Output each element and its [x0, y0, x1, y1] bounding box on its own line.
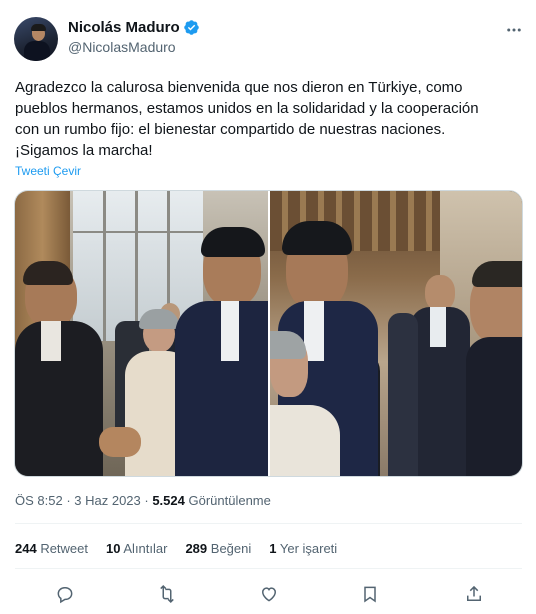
meta-separator: ·	[62, 493, 75, 508]
tweet-media	[14, 190, 523, 477]
bookmark-icon[interactable]	[358, 582, 382, 606]
tweet-metadata: ÖS 8:52 · 3 Haz 2023 · 5.524 Görüntülenm…	[15, 493, 271, 508]
retweet-label: Retweet	[36, 541, 89, 556]
divider	[15, 523, 522, 524]
like-icon[interactable]	[257, 582, 281, 606]
avatar[interactable]	[14, 17, 58, 61]
tweet-photo-1[interactable]	[15, 191, 268, 476]
bookmark-stat[interactable]: 1 Yer işareti	[269, 541, 337, 556]
views-count: 5.524	[152, 493, 185, 508]
quote-count: 10	[106, 541, 121, 556]
verified-badge-icon	[183, 20, 199, 35]
tweet-actions	[0, 580, 536, 608]
like-stat[interactable]: 289 Beğeni	[185, 541, 251, 556]
tweet-text-line: ¡Sigamos la marcha!	[15, 142, 153, 159]
tweet-photo-2[interactable]	[270, 191, 522, 476]
divider	[15, 568, 522, 569]
quote-stat[interactable]: 10 Alıntılar	[106, 541, 167, 556]
quote-label: Alıntılar	[120, 541, 168, 556]
meta-separator: ·	[140, 493, 153, 508]
like-count: 289	[185, 541, 208, 556]
author-handle[interactable]: @NicolasMaduro	[68, 39, 176, 55]
tweet-card: Nicolás Maduro @NicolasMaduro Agradezco …	[0, 0, 536, 614]
tweet-text-line: pueblos hermanos, estamos unidos en la s…	[15, 100, 479, 117]
more-options-icon[interactable]	[504, 20, 524, 40]
tweet-text-line: con un rumbo fijo: el bienestar comparti…	[15, 121, 446, 138]
tweet-text: Agradezco la calurosa bienvenida que nos…	[15, 77, 525, 161]
views-label: Görüntülenme	[184, 493, 271, 508]
retweet-icon[interactable]	[155, 582, 179, 606]
like-label: Beğeni	[207, 541, 252, 556]
tweet-date[interactable]: 3 Haz 2023	[74, 493, 141, 508]
tweet-time[interactable]: ÖS 8:52	[15, 493, 63, 508]
reply-icon[interactable]	[53, 582, 77, 606]
author-name-row: Nicolás Maduro	[68, 19, 200, 36]
tweet-stats: 244 Retweet 10 Alıntılar 289 Beğeni 1 Ye…	[15, 541, 355, 556]
share-icon[interactable]	[462, 582, 486, 606]
tweet-text-line: Agradezco la calurosa bienvenida que nos…	[15, 79, 463, 96]
bookmark-label: Yer işareti	[276, 541, 338, 556]
display-name[interactable]: Nicolás Maduro	[68, 19, 180, 36]
retweet-stat[interactable]: 244 Retweet	[15, 541, 88, 556]
retweet-count: 244	[15, 541, 37, 556]
translate-tweet-link[interactable]: Tweeti Çevir	[15, 164, 81, 178]
